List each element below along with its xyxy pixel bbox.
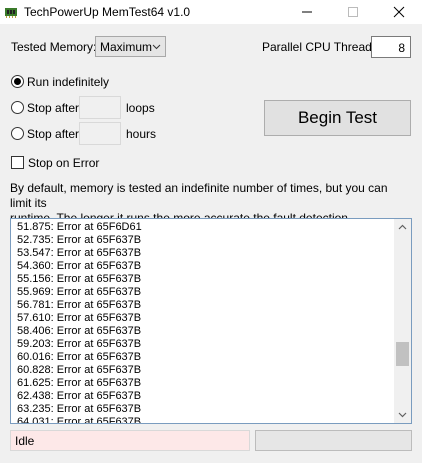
maximize-button[interactable] xyxy=(330,0,376,24)
log-line: 51.875: Error at 65F6D61 xyxy=(17,221,142,233)
scroll-up-icon[interactable] xyxy=(398,224,407,230)
error-log[interactable]: 51.875: Error at 65F6D61 52.735: Error a… xyxy=(10,218,412,424)
log-line: 58.406: Error at 65F637B xyxy=(17,325,142,337)
log-lines: 51.875: Error at 65F6D61 52.735: Error a… xyxy=(17,221,387,424)
log-line: 60.016: Error at 65F637B xyxy=(17,351,142,363)
threads-input[interactable]: 8 xyxy=(371,36,411,58)
title-bar: TechPowerUp MemTest64 v1.0 xyxy=(0,0,422,24)
minimize-icon xyxy=(302,11,312,13)
log-line: 62.438: Error at 65F637B xyxy=(17,390,142,402)
tested-memory-label: Tested Memory: xyxy=(11,40,97,54)
tested-memory-select[interactable]: Maximum xyxy=(95,36,166,57)
begin-test-button[interactable]: Begin Test xyxy=(264,100,411,136)
log-line: 54.360: Error at 65F637B xyxy=(17,260,142,272)
stop-on-error-label[interactable]: Stop on Error xyxy=(28,156,99,170)
log-line: 60.828: Error at 65F637B xyxy=(17,364,142,376)
status-field: Idle xyxy=(10,430,250,451)
window-title: TechPowerUp MemTest64 v1.0 xyxy=(24,5,191,19)
close-button[interactable] xyxy=(376,0,422,24)
stop-after-hours-label[interactable]: Stop after xyxy=(27,127,79,141)
close-icon xyxy=(393,6,405,18)
run-indefinitely-radio[interactable] xyxy=(11,75,24,88)
loops-input[interactable] xyxy=(79,96,121,119)
chevron-down-icon xyxy=(152,44,161,50)
status-text: Idle xyxy=(15,434,35,448)
maximize-icon xyxy=(348,7,358,17)
loops-unit-label: loops xyxy=(126,101,155,115)
stop-after-loops-label[interactable]: Stop after xyxy=(27,101,79,115)
log-line: 57.610: Error at 65F637B xyxy=(17,312,142,324)
scroll-down-icon[interactable] xyxy=(398,412,407,418)
run-indefinitely-label[interactable]: Run indefinitely xyxy=(27,75,109,89)
scrollbar-thumb[interactable] xyxy=(396,342,409,366)
minimize-button[interactable] xyxy=(284,0,330,24)
threads-value: 8 xyxy=(398,41,405,55)
log-line: 52.735: Error at 65F637B xyxy=(17,234,142,246)
hours-unit-label: hours xyxy=(126,127,157,141)
log-line: 55.969: Error at 65F637B xyxy=(17,286,142,298)
tested-memory-value: Maximum xyxy=(100,40,153,54)
stop-after-hours-radio[interactable] xyxy=(11,127,24,140)
progress-bar xyxy=(255,430,412,451)
description-line-1: By default, memory is tested an indefini… xyxy=(10,181,388,210)
log-line: 55.156: Error at 65F637B xyxy=(17,273,142,285)
log-line: 53.547: Error at 65F637B xyxy=(17,247,142,259)
log-line: 64.031: Error at 65F637B xyxy=(17,416,142,424)
log-line: 63.235: Error at 65F637B xyxy=(17,403,142,415)
stop-on-error-checkbox[interactable] xyxy=(11,156,24,169)
stop-after-loops-radio[interactable] xyxy=(11,101,24,114)
log-scrollbar[interactable] xyxy=(394,219,411,423)
hours-input[interactable] xyxy=(79,122,121,145)
log-line: 56.781: Error at 65F637B xyxy=(17,299,142,311)
log-line: 59.203: Error at 65F637B xyxy=(17,338,142,350)
app-icon xyxy=(4,5,18,19)
log-line: 61.625: Error at 65F637B xyxy=(17,377,142,389)
threads-label: Parallel CPU Threads: xyxy=(262,40,382,54)
